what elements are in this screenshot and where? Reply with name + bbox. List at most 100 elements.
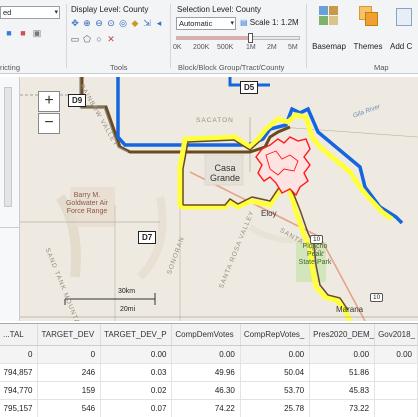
pan-icon[interactable]: ✥ — [70, 18, 80, 28]
basemap-icon — [319, 6, 339, 28]
column-header[interactable]: Pres2020_DEM_ — [309, 324, 376, 346]
barry-line-1: Barry M. — [73, 192, 101, 199]
ribbon: ed ▾ ■ ■ ▣ ricting Display Level: County… — [0, 0, 418, 74]
table-cell — [374, 363, 418, 382]
left-combo-value: ed — [3, 8, 12, 17]
attribute-table: ...TAL TARGET_DEV TARGET_DEV_P CompDemVo… — [0, 323, 418, 417]
back-icon[interactable]: ◂ — [154, 18, 164, 28]
panel-scrollbar[interactable] — [4, 87, 12, 207]
scale-text: Scale 1: 1.2M — [249, 18, 299, 27]
district-label-d7: D7 — [138, 231, 157, 244]
tools-group-label: Tools — [110, 63, 128, 72]
identify-icon[interactable]: ◆ — [130, 18, 140, 28]
themes-button[interactable]: Themes — [350, 4, 386, 54]
select-circle-icon[interactable]: ○ — [94, 34, 104, 44]
zoom-in-icon[interactable]: ⊕ — [82, 18, 92, 28]
column-header[interactable]: CompRepVotes_ — [240, 324, 311, 346]
column-header[interactable]: CompDemVotes — [171, 324, 241, 346]
themes-icon — [359, 6, 379, 28]
zoom-out-icon[interactable]: ⊖ — [94, 18, 104, 28]
block-group-label: Block/Block Group/Tract/County — [178, 63, 285, 72]
column-header[interactable]: TARGET_DEV_P — [100, 324, 173, 346]
table-row[interactable]: 794,770 159 0.02 46.30 53.70 45.83 — [0, 381, 418, 400]
table-cell: 51.86 — [309, 363, 376, 382]
display-level-label[interactable]: Display Level: County — [71, 5, 148, 14]
column-header[interactable]: Gov2018_ — [374, 324, 418, 346]
table-cell: 794,770 — [0, 381, 39, 400]
table-cell: 0.07 — [100, 399, 173, 417]
zoom-in-button[interactable]: + — [38, 91, 60, 112]
grande-text: Grande — [209, 173, 241, 183]
district-label-d5: D5 — [240, 81, 259, 94]
tools-row-2: ▭ ⬠ ○ ✕ — [70, 34, 170, 46]
scale-tick: 5M — [288, 44, 298, 51]
scale-ticks: 0K 200K 500K 1M 2M 5M — [172, 44, 306, 54]
measure-icon[interactable]: ⇲ — [142, 18, 152, 28]
tools-group: Display Level: County ✥ ⊕ ⊖ ⊙ ◎ ◆ ⇲ ◂ ▭ … — [68, 0, 170, 74]
casa-text: Casa — [214, 163, 236, 173]
table-row[interactable]: 795,157 546 0.07 74.22 25.78 73.22 — [0, 399, 418, 417]
erase-icon[interactable]: ■ — [18, 28, 28, 38]
chevron-down-icon: ▾ — [54, 9, 58, 16]
table-cell: 25.78 — [240, 399, 311, 417]
zoom-extent-icon[interactable]: ⊙ — [106, 18, 116, 28]
barry-line-3: Force Range — [66, 208, 108, 215]
table-cell: 53.70 — [240, 381, 311, 400]
scale-label: ▤ Scale 1: 1.2M — [240, 18, 299, 27]
zoom-selection-icon[interactable]: ◎ — [118, 18, 128, 28]
table-row[interactable]: 794,857 246 0.03 49.96 50.04 51.86 — [0, 363, 418, 382]
place-label-barry: Barry M. Goldwater Air Force Range — [58, 192, 116, 216]
table-cell: 246 — [37, 363, 102, 382]
selection-level-group: Selection Level: County Automatic ▾ ▤ Sc… — [172, 0, 306, 74]
table-cell: 0.00 — [171, 345, 241, 364]
select-polygon-icon[interactable]: ⬠ — [82, 34, 92, 44]
table-cell: 0 — [0, 345, 39, 364]
selection-level-select[interactable]: Automatic ▾ — [176, 17, 236, 30]
lock-icon[interactable]: ▣ — [32, 28, 42, 38]
add-icon — [396, 6, 416, 28]
paint-icon[interactable]: ■ — [4, 28, 14, 38]
scale-slider[interactable] — [176, 33, 304, 43]
chevron-down-icon: ▾ — [230, 20, 234, 27]
tools-row-1: ✥ ⊕ ⊖ ⊙ ◎ ◆ ⇲ ◂ — [70, 18, 170, 30]
scale-tick: 1M — [246, 44, 256, 51]
route-shield: 10 — [370, 293, 384, 302]
picacho-line-3: State Park — [298, 259, 332, 266]
table-cell: 0.00 — [240, 345, 311, 364]
route-shield: 10 — [310, 235, 324, 244]
place-label-marana: Marana — [336, 305, 364, 314]
scale-slider-track — [176, 36, 300, 40]
table-cell: 0.00 — [309, 345, 376, 364]
place-label-casa-grande: Casa Grande — [208, 163, 242, 183]
selection-level-label: Selection Level: County — [177, 5, 262, 14]
select-rectangle-icon[interactable]: ▭ — [70, 34, 80, 44]
table-header-row: ...TAL TARGET_DEV TARGET_DEV_P CompDemVo… — [0, 324, 418, 346]
table-cell: 159 — [37, 381, 102, 400]
table-cell: 795,157 — [0, 399, 39, 417]
scale-tick: 0K — [173, 44, 182, 51]
map-group: Basemap Themes Add C Map — [308, 0, 418, 74]
column-header[interactable]: TARGET_DEV — [37, 324, 102, 346]
add-button[interactable]: Add C — [388, 4, 418, 54]
table-cell: 0.00 — [374, 345, 418, 364]
map-view[interactable]: + − D9 D5 D7 Casa Grande Eloy Barry M. G… — [20, 77, 418, 321]
selection-level-value: Automatic — [179, 19, 213, 28]
add-label: Add C — [390, 42, 413, 51]
clear-selection-icon[interactable]: ✕ — [106, 34, 116, 44]
left-combo[interactable]: ed ▾ — [0, 6, 60, 19]
table-cell — [374, 399, 418, 417]
left-panel-strip — [0, 77, 20, 321]
table-row[interactable]: 0 0 0.00 0.00 0.00 0.00 0.00 — [0, 345, 418, 364]
scale-slider-thumb[interactable] — [248, 33, 253, 43]
table-cell: 0.03 — [100, 363, 173, 382]
basemap-button[interactable]: Basemap — [310, 4, 348, 54]
column-header[interactable]: ...TAL — [0, 324, 39, 346]
barry-line-2: Goldwater Air — [65, 200, 109, 207]
table-cell: 794,857 — [0, 363, 39, 382]
table-cell: 46.30 — [171, 381, 241, 400]
basemap-label: Basemap — [312, 42, 346, 51]
zoom-out-button[interactable]: − — [38, 113, 60, 134]
districting-group-label: ricting — [0, 63, 21, 72]
terrain-label-sacaton: SACATON — [196, 117, 234, 124]
themes-label: Themes — [353, 42, 383, 51]
